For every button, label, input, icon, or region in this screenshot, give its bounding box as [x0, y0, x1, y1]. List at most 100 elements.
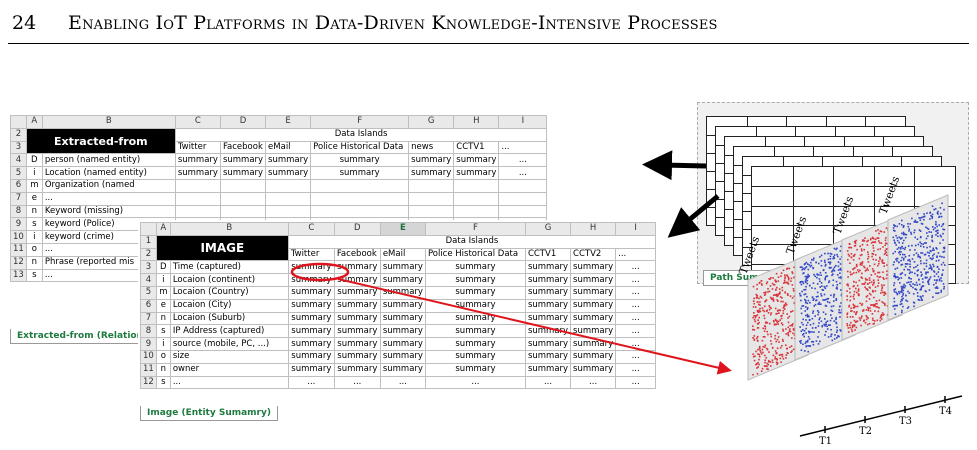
tweet-dot — [856, 291, 858, 294]
tweet-dot — [884, 304, 886, 306]
tweet-dot — [814, 303, 817, 306]
tweet-dot — [807, 315, 809, 317]
tweet-dot — [769, 333, 772, 335]
row-number: 8 — [140, 324, 157, 339]
vertical-label-letter: s — [25, 268, 43, 283]
tweet-dot — [833, 293, 836, 296]
tweet-dot — [758, 316, 760, 319]
tweet-dot — [797, 300, 799, 302]
tweet-dot — [770, 312, 773, 314]
tweet-dot — [802, 334, 804, 336]
tweet-dot — [787, 333, 789, 336]
tweet-dot — [781, 338, 784, 341]
tweet-dot — [793, 327, 795, 330]
tweet-dot — [893, 289, 895, 291]
tweet-dot — [864, 321, 867, 324]
value-cell: summary — [453, 153, 500, 168]
tweet-dot — [819, 340, 821, 343]
tweet-dot — [822, 299, 824, 301]
tweet-dot — [786, 313, 788, 315]
vertical-label-letter: n — [25, 204, 43, 219]
table-row: 3 D Time (captured) summary summary summary su… — [140, 260, 657, 275]
vertical-label-letter: D — [155, 260, 171, 275]
tweet-dot — [800, 340, 802, 342]
tweet-dot — [811, 296, 814, 298]
tweet-dot — [893, 308, 896, 310]
tweet-dot — [824, 287, 827, 290]
tweet-dot — [847, 290, 849, 293]
tweet-dot — [901, 299, 903, 302]
tweet-dot — [855, 305, 857, 308]
tweet-dot — [775, 288, 777, 291]
tweet-dot — [842, 300, 844, 302]
tweet-dot — [807, 345, 809, 347]
tweet-dot — [811, 327, 814, 329]
tweet-dot — [814, 315, 816, 317]
tweet-dot — [849, 316, 852, 318]
tweet-dot — [777, 320, 780, 323]
tweet-dot — [760, 370, 763, 372]
subheader-cell: eMail — [265, 140, 312, 155]
tweet-dot — [802, 340, 804, 342]
row-label: Locaion (Country) — [169, 285, 289, 300]
tweet-dot — [817, 325, 820, 327]
tweet-dot — [895, 297, 898, 300]
tweet-dot — [763, 310, 766, 313]
vertical-label-letter: s — [155, 324, 171, 339]
tweet-dot — [850, 307, 852, 310]
tweet-dot — [776, 338, 779, 341]
tweet-dot — [777, 309, 779, 312]
tweet-dot — [905, 294, 907, 297]
value-cell: ... — [615, 337, 657, 351]
value-cell: summary — [287, 349, 335, 364]
tweet-dot — [865, 309, 868, 311]
tweet-dot — [761, 339, 764, 342]
tweet-dot — [785, 328, 787, 330]
tweet-dot — [841, 311, 843, 314]
tweet-dot — [846, 305, 848, 308]
tweet-dot — [873, 296, 875, 299]
tweet-dot — [900, 291, 902, 293]
tweet-dot — [800, 294, 802, 297]
tweet-dot — [804, 350, 806, 352]
value-cell: ... — [379, 375, 426, 390]
image-entity-tab[interactable]: Image (Entity Sumamry) — [140, 406, 278, 421]
tweet-dot — [784, 291, 786, 293]
tweet-dot — [785, 333, 787, 335]
row-number: 11 — [140, 362, 157, 377]
tweet-dot — [799, 340, 801, 343]
tweet-dot — [801, 290, 804, 292]
row-number: 10 — [10, 230, 27, 244]
tweet-dot — [844, 286, 847, 289]
tweet-dot — [796, 344, 798, 347]
tweet-dot — [848, 284, 851, 286]
tweet-dot — [823, 323, 826, 326]
tweet-dot — [889, 300, 892, 302]
tweet-dot — [910, 285, 912, 287]
tweet-dot — [796, 309, 799, 311]
tweet-dot — [809, 331, 811, 333]
tweet-dot — [758, 363, 760, 366]
value-cell: summary — [219, 153, 267, 168]
tweet-dot — [756, 367, 758, 369]
tweet-dot — [779, 293, 781, 295]
tweet-dot — [865, 296, 868, 298]
tweet-dot — [789, 346, 791, 348]
tweet-dot — [800, 307, 802, 310]
tweet-dot — [830, 305, 833, 308]
value-cell: ... — [524, 375, 572, 390]
tweet-dot — [825, 323, 827, 326]
value-cell: summary — [379, 324, 426, 339]
row-number: 8 — [10, 204, 27, 219]
tweet-dot — [835, 322, 838, 325]
tweet-dot — [758, 347, 761, 350]
value-cell — [174, 204, 221, 219]
tweet-dot — [856, 305, 859, 308]
tweet-dot — [814, 287, 816, 290]
tweet-dot — [917, 295, 919, 297]
tweet-dot — [867, 306, 869, 309]
tweet-dot — [897, 298, 899, 301]
tweet-dot — [894, 310, 896, 312]
tweet-dot — [803, 289, 805, 291]
tweet-dot — [893, 297, 895, 300]
